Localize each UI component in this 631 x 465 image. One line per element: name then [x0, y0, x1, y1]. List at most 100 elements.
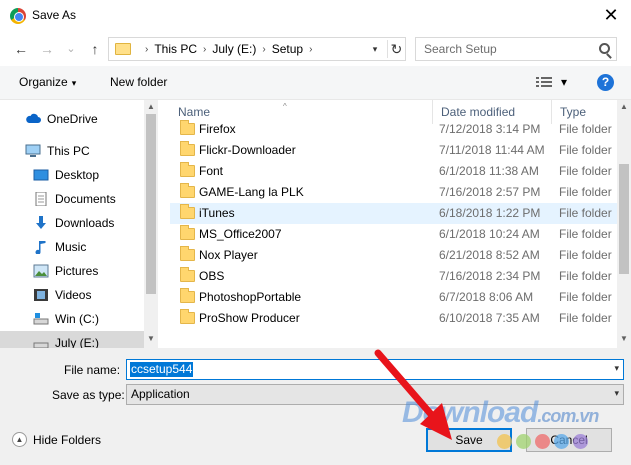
- breadcrumb-this-pc[interactable]: This PC: [154, 42, 197, 56]
- file-date-cell: 7/16/2018 2:34 PM: [439, 269, 541, 283]
- folder-icon: [180, 267, 195, 282]
- folder-icon: [180, 183, 195, 198]
- sidebar-item-this-pc[interactable]: This PC: [0, 139, 144, 163]
- file-row[interactable]: Flickr-Downloader 7/11/2018 11:44 AM File …: [170, 140, 617, 161]
- folder-icon: [180, 204, 195, 219]
- file-row[interactable]: iTunes 6/18/2018 1:22 PM File folder: [170, 203, 617, 224]
- file-list-scroll-thumb[interactable]: [619, 164, 629, 274]
- videos-icon: [33, 288, 49, 302]
- file-row[interactable]: PhotoshopPortable 6/7/2018 8:06 AM File fo…: [170, 287, 617, 308]
- file-row[interactable]: Firefox 7/12/2018 3:14 PM File folder: [170, 119, 617, 140]
- file-date-cell: 7/11/2018 11:44 AM: [439, 143, 545, 157]
- music-icon: [33, 240, 49, 255]
- chevron-down-icon[interactable]: ▾: [614, 363, 619, 374]
- file-name-cell: OBS: [199, 269, 225, 283]
- sidebar-item-win-c[interactable]: Win (C:): [0, 307, 144, 331]
- recent-locations-icon[interactable]: ⌄: [62, 40, 80, 58]
- file-name-cell: GAME-Lang la PLK: [199, 185, 304, 199]
- folder-icon: [180, 162, 195, 177]
- sidebar-item-documents[interactable]: Documents: [0, 187, 144, 211]
- search-box[interactable]: [415, 37, 617, 61]
- organize-button[interactable]: Organize ▾: [19, 75, 76, 89]
- chrome-icon: [10, 8, 26, 24]
- scroll-up-icon[interactable]: ▲: [144, 100, 158, 114]
- sidebar-item-label: Win (C:): [55, 312, 99, 326]
- forward-icon[interactable]: →: [38, 40, 56, 58]
- watermark-logo: Download.com.vn: [402, 396, 599, 429]
- file-date-cell: 7/12/2018 3:14 PM: [439, 122, 541, 136]
- hide-folders-label: Hide Folders: [33, 432, 102, 447]
- scroll-down-icon[interactable]: ▼: [144, 332, 158, 346]
- chevron-up-icon: ▲: [12, 432, 27, 447]
- file-row[interactable]: Font 6/1/2018 11:38 AM File folder: [170, 161, 617, 182]
- view-dropdown-icon[interactable]: ▾: [561, 75, 567, 89]
- search-icon[interactable]: [599, 43, 610, 54]
- file-type-cell: File folder: [559, 248, 612, 262]
- file-row[interactable]: OBS 7/16/2018 2:34 PM File folder: [170, 266, 617, 287]
- scroll-up-icon[interactable]: ▲: [617, 100, 631, 114]
- sidebar-item-downloads[interactable]: Downloads: [0, 211, 144, 235]
- file-name-field[interactable]: ccsetup544 ▾: [126, 359, 624, 380]
- help-icon[interactable]: ?: [597, 74, 614, 91]
- file-name-value[interactable]: ccsetup544: [130, 362, 194, 377]
- documents-icon: [33, 191, 49, 207]
- folder-icon: [180, 120, 195, 135]
- file-type-cell: File folder: [559, 269, 612, 283]
- breadcrumb-separator[interactable]: ›: [309, 44, 312, 55]
- sidebar-scroll-thumb[interactable]: [146, 114, 156, 294]
- sidebar-item-videos[interactable]: Videos: [0, 283, 144, 307]
- file-type-cell: File folder: [559, 185, 612, 199]
- file-list-scrollbar[interactable]: ▲ ▼: [617, 100, 631, 348]
- sidebar-item-onedrive[interactable]: OneDrive: [0, 107, 144, 131]
- close-button[interactable]: ✕: [598, 4, 624, 28]
- navigation-bar: ← → ⌄ ↑ › This PC › July (E:) › Setup › …: [0, 32, 631, 66]
- back-icon[interactable]: ←: [12, 40, 30, 58]
- sidebar-item-music[interactable]: Music: [0, 235, 144, 259]
- file-row[interactable]: MS_Office2007 6/1/2018 10:24 AM File folde…: [170, 224, 617, 245]
- hide-folders-button[interactable]: ▲ Hide Folders: [12, 432, 101, 447]
- address-dropdown-icon[interactable]: ▾: [367, 42, 383, 56]
- file-name-cell: MS_Office2007: [199, 227, 282, 241]
- file-row[interactable]: ProShow Producer 6/10/2018 7:35 AM File fo…: [170, 308, 617, 329]
- folder-icon: [180, 309, 195, 324]
- sidebar-item-label: Desktop: [55, 168, 100, 182]
- sidebar-item-july-e[interactable]: July (E:): [0, 331, 144, 348]
- search-input[interactable]: [424, 39, 594, 59]
- sidebar-scrollbar[interactable]: ▲ ▼: [144, 100, 158, 348]
- up-folder-icon[interactable]: ↑: [86, 40, 104, 58]
- new-folder-button[interactable]: New folder: [110, 75, 167, 89]
- desktop-icon: [33, 168, 49, 182]
- breadcrumb-july-drive[interactable]: July (E:): [212, 42, 256, 56]
- sidebar-item-label: July (E:): [55, 336, 100, 348]
- command-bar: Organize ▾ New folder ▾ ?: [0, 66, 631, 100]
- file-name-label: File name:: [64, 363, 121, 377]
- file-row[interactable]: GAME-Lang la PLK 7/16/2018 2:57 PM File fo…: [170, 182, 617, 203]
- file-name-cell: PhotoshopPortable: [199, 290, 302, 304]
- file-date-cell: 6/1/2018 10:24 AM: [439, 227, 540, 241]
- breadcrumb-setup[interactable]: Setup: [272, 42, 303, 56]
- save-type-value: Application: [131, 387, 190, 401]
- folder-icon: [180, 141, 195, 156]
- file-date-cell: 7/16/2018 2:57 PM: [439, 185, 541, 199]
- folder-icon: [180, 246, 195, 261]
- chevron-down-icon[interactable]: ▾: [614, 388, 619, 399]
- file-name-cell: Flickr-Downloader: [199, 143, 296, 157]
- address-bar[interactable]: › This PC › July (E:) › Setup › ▾ ↻: [108, 37, 406, 61]
- file-type-cell: File folder: [559, 227, 612, 241]
- file-date-cell: 6/7/2018 8:06 AM: [439, 290, 534, 304]
- breadcrumb-separator[interactable]: ›: [262, 44, 265, 55]
- file-name-cell: Font: [199, 164, 224, 178]
- computer-icon: [25, 144, 41, 158]
- refresh-icon[interactable]: ↻: [387, 40, 405, 58]
- file-date-cell: 6/10/2018 7:35 AM: [439, 311, 540, 325]
- file-row[interactable]: Nox Player 6/21/2018 8:52 AM File folder: [170, 245, 617, 266]
- sidebar-item-label: Downloads: [55, 216, 115, 230]
- sidebar-item-pictures[interactable]: Pictures: [0, 259, 144, 283]
- view-options-icon[interactable]: [536, 76, 552, 89]
- sidebar-item-desktop[interactable]: Desktop: [0, 163, 144, 187]
- file-date-cell: 6/18/2018 1:22 PM: [439, 206, 541, 220]
- file-type-cell: File folder: [559, 122, 612, 136]
- scroll-down-icon[interactable]: ▼: [617, 332, 631, 346]
- breadcrumb-separator[interactable]: ›: [203, 44, 206, 55]
- window-title: Save As: [32, 8, 77, 22]
